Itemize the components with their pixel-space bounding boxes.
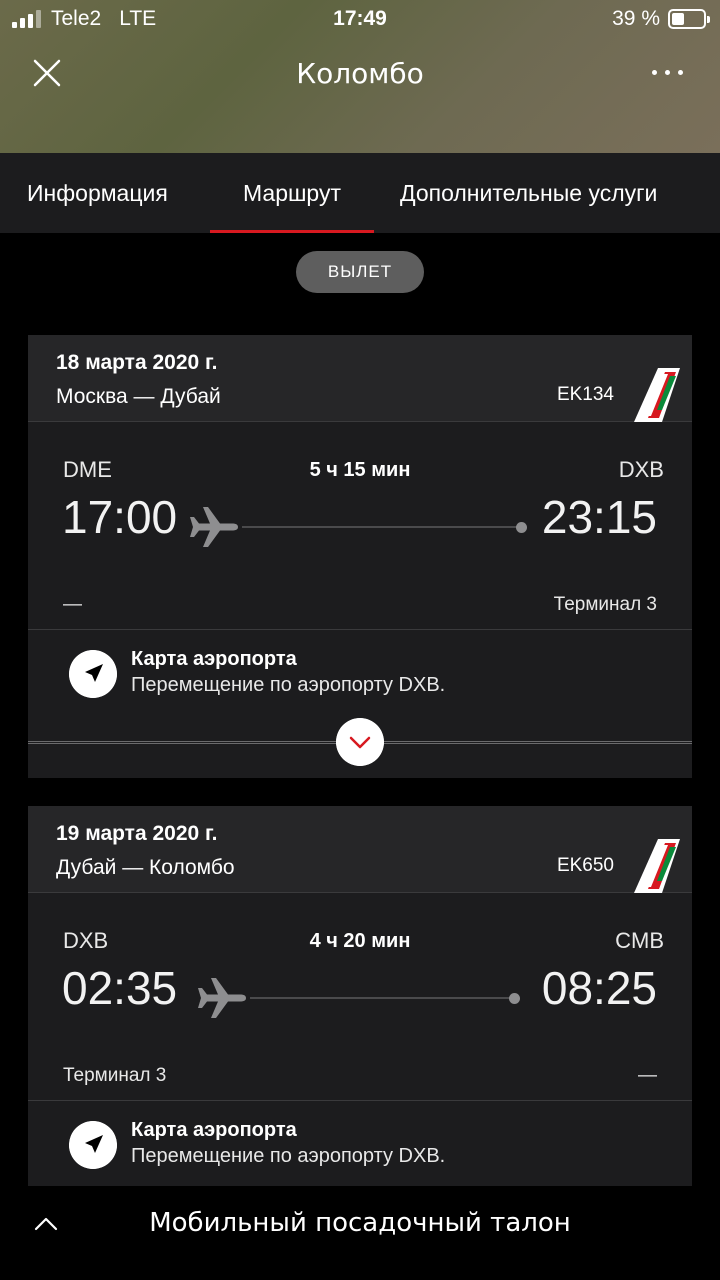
flight-date: 18 марта 2020 г. bbox=[56, 351, 218, 374]
battery-percent: 39 % bbox=[612, 7, 660, 30]
more-dots-icon[interactable] bbox=[652, 62, 686, 82]
flight-number: EK650 bbox=[556, 855, 614, 876]
header: Tele2 LTE 17:49 39 % Коломбо bbox=[0, 0, 720, 153]
flight-progress-track bbox=[250, 997, 512, 999]
airplane-icon bbox=[198, 978, 246, 1018]
airplane-icon bbox=[190, 507, 238, 547]
flight-card: 18 марта 2020 г. Москва — Дубай EK134 DM… bbox=[28, 335, 692, 778]
tab-route[interactable]: Маршрут bbox=[210, 153, 374, 233]
map-subtitle: Перемещение по аэропорту DXB. bbox=[131, 674, 446, 696]
airline-tail-logo bbox=[634, 839, 680, 893]
arrival-dot bbox=[509, 993, 520, 1004]
tab-bar: Информация Маршрут Дополнительные услуги bbox=[0, 153, 720, 233]
flight-duration: 5 ч 15 мин bbox=[309, 459, 411, 481]
flight-progress-track bbox=[242, 526, 518, 528]
battery-icon bbox=[668, 9, 710, 29]
navigation-arrow-icon bbox=[69, 650, 117, 698]
boarding-pass-bar[interactable]: Мобильный посадочный талон bbox=[0, 1186, 720, 1280]
map-title: Карта аэропорта bbox=[131, 648, 297, 670]
flight-date: 19 марта 2020 г. bbox=[56, 822, 218, 845]
map-title: Карта аэропорта bbox=[131, 1119, 297, 1141]
flight-route: Москва — Дубай bbox=[56, 385, 221, 408]
flight-segment: DME 5 ч 15 мин DXB 17:00 23:15 — Термина… bbox=[28, 422, 692, 630]
flight-card-header: 18 марта 2020 г. Москва — Дубай EK134 bbox=[28, 335, 692, 422]
destination-code: DXB bbox=[618, 457, 664, 482]
flight-number: EK134 bbox=[556, 384, 614, 405]
airline-tail-logo bbox=[634, 368, 680, 422]
chevron-down-icon[interactable] bbox=[336, 718, 384, 766]
arrival-dot bbox=[516, 522, 527, 533]
map-subtitle: Перемещение по аэропорту DXB. bbox=[131, 1145, 446, 1167]
departure-time: 17:00 bbox=[62, 491, 178, 543]
flight-duration: 4 ч 20 мин bbox=[309, 930, 411, 952]
flight-card: 19 марта 2020 г. Дубай — Коломбо EK650 D… bbox=[28, 806, 692, 1186]
boarding-pass-label: Мобильный посадочный талон bbox=[149, 1208, 571, 1238]
tab-extra-services[interactable]: Дополнительные услуги bbox=[400, 153, 657, 233]
airport-map-link[interactable]: Карта аэропорта Перемещение по аэропорту… bbox=[28, 1101, 692, 1186]
departure-pill[interactable]: ВЫЛЕТ bbox=[296, 251, 424, 293]
flight-segment: DXB 4 ч 20 мин CMB 02:35 08:25 Терминал … bbox=[28, 893, 692, 1101]
page-title: Коломбо bbox=[296, 57, 424, 90]
status-bar: Tele2 LTE 17:49 39 % bbox=[0, 0, 720, 38]
arrival-terminal: — bbox=[638, 1065, 657, 1086]
flight-route: Дубай — Коломбо bbox=[56, 856, 235, 879]
arrival-terminal: Терминал 3 bbox=[553, 594, 657, 615]
navigation-arrow-icon bbox=[69, 1121, 117, 1169]
arrival-time: 08:25 bbox=[541, 962, 657, 1014]
arrival-time: 23:15 bbox=[541, 491, 657, 543]
destination-code: CMB bbox=[615, 928, 664, 953]
departure-terminal: Терминал 3 bbox=[63, 1065, 167, 1086]
flight-card-header: 19 марта 2020 г. Дубай — Коломбо EK650 bbox=[28, 806, 692, 893]
tab-information[interactable]: Информация bbox=[27, 153, 168, 233]
airport-map-link[interactable]: Карта аэропорта Перемещение по аэропорту… bbox=[28, 630, 692, 720]
departure-time: 02:35 bbox=[62, 962, 178, 1014]
departure-terminal: — bbox=[63, 594, 82, 615]
status-right: 39 % bbox=[612, 7, 710, 31]
